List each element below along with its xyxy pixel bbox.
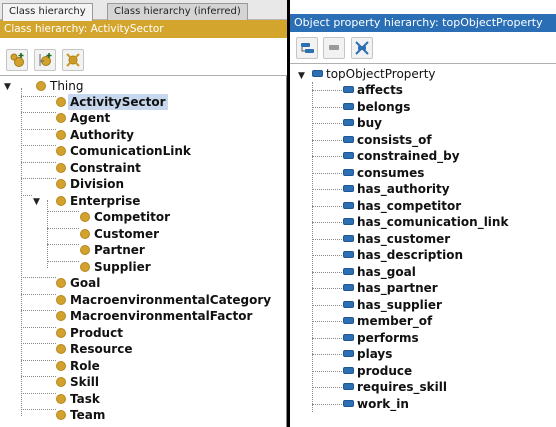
class-icon — [80, 262, 90, 272]
delete-class-button[interactable] — [62, 49, 84, 71]
class-hierarchy-title: Class hierarchy: ActivitySector — [0, 20, 287, 38]
class-icon — [56, 394, 66, 404]
class-icon — [56, 311, 66, 321]
add-subclass-icon — [10, 53, 24, 67]
object-property-icon — [343, 152, 354, 159]
collapse-icon[interactable]: ▼ — [4, 82, 11, 92]
class-icon — [56, 130, 66, 140]
object-property-icon — [343, 103, 354, 110]
object-property-icon — [343, 400, 354, 407]
add-sibling-property-button[interactable] — [323, 37, 345, 59]
tab-bar: Class hierarchy Class hierarchy (inferre… — [0, 0, 287, 21]
add-sub-property-icon — [301, 43, 314, 53]
object-property-icon — [343, 367, 354, 374]
object-property-icon — [343, 334, 354, 341]
class-icon — [56, 328, 66, 338]
object-property-icon — [343, 202, 354, 209]
add-sibling-icon — [39, 53, 52, 66]
class-icon — [56, 361, 66, 371]
collapse-icon[interactable]: ▼ — [33, 197, 40, 207]
object-property-icon — [343, 119, 354, 126]
add-subclass-button[interactable] — [6, 49, 28, 71]
object-property-icon — [312, 70, 323, 77]
class-icon — [80, 245, 90, 255]
object-property-icon — [343, 268, 354, 275]
property-toolbar — [290, 32, 556, 64]
class-icon — [56, 163, 66, 173]
class-icon — [56, 278, 66, 288]
object-property-icon — [343, 383, 354, 390]
tab-class-hierarchy-inferred[interactable]: Class hierarchy (inferred) — [107, 3, 248, 20]
class-icon — [56, 377, 66, 387]
add-sibling-property-icon — [329, 45, 339, 50]
object-property-icon — [343, 350, 354, 357]
object-property-icon — [343, 86, 354, 93]
object-property-icon — [343, 136, 354, 143]
object-property-icon — [343, 284, 354, 291]
delete-property-icon — [355, 41, 369, 55]
object-property-icon — [343, 235, 354, 242]
object-property-icon — [343, 169, 354, 176]
class-toolbar — [0, 38, 287, 76]
add-sibling-button[interactable] — [34, 49, 56, 71]
class-hierarchy-pane: Class hierarchy Class hierarchy (inferre… — [0, 0, 287, 427]
add-sub-property-button[interactable] — [296, 37, 318, 59]
object-property-icon — [343, 218, 354, 225]
object-property-icon — [343, 317, 354, 324]
class-tree: ▼ Thing ActivitySector Agent Authority C… — [4, 79, 272, 422]
object-property-tree: ▼ topObjectProperty affects belongs buy … — [298, 67, 509, 412]
class-icon — [56, 97, 66, 107]
class-icon — [56, 179, 66, 189]
object-property-icon — [343, 185, 354, 192]
object-property-icon — [343, 301, 354, 308]
class-icon — [56, 146, 66, 156]
class-icon — [56, 196, 66, 206]
class-icon — [56, 113, 66, 123]
tab-class-hierarchy[interactable]: Class hierarchy — [2, 3, 93, 21]
collapse-icon[interactable]: ▼ — [298, 71, 305, 81]
object-property-hierarchy-pane: Object property hierarchy: topObjectProp… — [289, 0, 556, 427]
class-icon — [56, 295, 66, 305]
class-icon — [80, 229, 90, 239]
class-icon — [56, 344, 66, 354]
class-icon — [56, 410, 66, 420]
delete-class-icon — [66, 53, 80, 67]
object-property-hierarchy-title: Object property hierarchy: topObjectProp… — [290, 14, 556, 32]
class-icon — [36, 81, 46, 91]
object-property-icon — [343, 251, 354, 258]
class-icon — [80, 212, 90, 222]
delete-property-button[interactable] — [351, 37, 373, 59]
